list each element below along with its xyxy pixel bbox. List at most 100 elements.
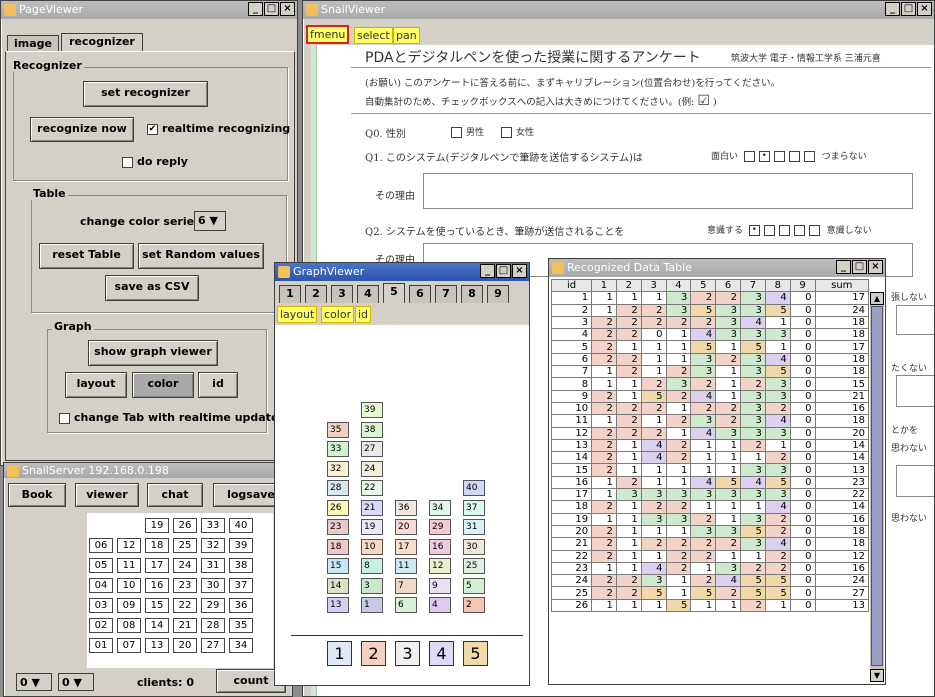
seat-cell[interactable]: 23 — [173, 578, 197, 593]
seat-cell[interactable]: 06 — [89, 538, 113, 553]
graph-tab-7[interactable]: 7 — [435, 285, 457, 303]
graph-id-cell[interactable]: 22 — [361, 480, 383, 496]
seat-cell[interactable]: 14 — [145, 618, 169, 633]
graph-id-cell[interactable]: 12 — [429, 558, 451, 574]
graph-id-cell[interactable]: 3 — [361, 577, 383, 594]
q1-checkbox-5[interactable] — [803, 151, 815, 162]
column-header[interactable]: 7 — [740, 279, 766, 293]
seat-cell[interactable]: 27 — [201, 638, 225, 653]
q2-checkbox-2[interactable] — [763, 225, 775, 236]
seat-cell[interactable]: 35 — [229, 618, 253, 633]
graph-id-cell[interactable]: 8 — [361, 558, 383, 574]
close-icon[interactable]: × — [917, 2, 932, 16]
seat-cell[interactable]: 40 — [229, 518, 253, 533]
graph-id-cell[interactable]: 36 — [395, 499, 417, 516]
seat-cell[interactable]: 20 — [173, 638, 197, 653]
minimize-icon[interactable]: _ — [885, 2, 900, 16]
minimize-icon[interactable]: _ — [480, 264, 495, 278]
graph-id-cell[interactable]: 40 — [463, 480, 485, 496]
combo-2[interactable]: 0 ▼ — [58, 673, 94, 691]
graph-tab-9[interactable]: 9 — [487, 285, 509, 303]
seat-cell[interactable]: 18 — [145, 538, 169, 553]
scroll-thumb[interactable] — [871, 306, 883, 666]
table-row[interactable]: 22 2 1 1 2 2 1 1 2 0 12 — [551, 549, 870, 563]
layout-button[interactable]: layout — [65, 372, 127, 398]
graph-id-cell[interactable]: 20 — [395, 519, 417, 535]
save-as-csv-button[interactable]: save as CSV — [105, 275, 199, 301]
table-row[interactable]: 8 1 1 2 3 2 1 2 3 0 15 — [551, 377, 870, 391]
graph-tab-6[interactable]: 6 — [409, 285, 431, 303]
answer-box-3[interactable] — [896, 305, 934, 335]
graph-id-cell[interactable]: 28 — [327, 480, 349, 496]
graph-id-cell[interactable]: 31 — [463, 519, 485, 535]
seat-cell[interactable]: 03 — [89, 598, 113, 613]
table-row[interactable]: 20 2 1 1 1 3 3 5 2 0 18 — [551, 524, 870, 539]
table-row[interactable]: 24 2 2 3 1 2 4 5 5 0 24 — [551, 574, 870, 588]
seat-cell[interactable]: 13 — [145, 638, 169, 653]
table-row[interactable]: 9 2 1 5 2 4 1 3 3 0 21 — [551, 389, 870, 403]
seat-cell[interactable]: 26 — [173, 518, 197, 533]
graph-id-cell[interactable]: 38 — [361, 421, 383, 438]
set-random-values-button[interactable]: set Random values — [138, 243, 264, 269]
graph-color-button[interactable]: color — [321, 306, 355, 323]
column-header[interactable]: 8 — [764, 279, 791, 293]
graph-layout-button[interactable]: layout — [277, 306, 318, 323]
checkbox-female[interactable] — [501, 127, 512, 138]
graph-id-cell[interactable]: 11 — [395, 558, 417, 574]
column-header[interactable]: 6 — [715, 279, 742, 293]
seat-cell[interactable]: 16 — [145, 578, 169, 593]
table-row[interactable]: 6 2 2 1 1 3 2 3 4 0 18 — [551, 352, 870, 367]
q1-checkbox-3[interactable] — [773, 151, 785, 162]
graph-id-button[interactable]: id — [355, 306, 372, 323]
graph-id-cell[interactable]: 29 — [429, 519, 451, 535]
combo-1[interactable]: 0 ▼ — [16, 673, 52, 691]
graph-id-cell[interactable]: 34 — [429, 499, 451, 516]
scroll-down-icon[interactable]: ▼ — [870, 669, 884, 682]
pan-button[interactable]: pan — [393, 27, 420, 44]
graph-id-cell[interactable]: 6 — [395, 597, 417, 613]
maximize-icon[interactable]: □ — [496, 264, 511, 278]
table-row[interactable]: 19 1 1 3 3 2 1 3 2 0 16 — [551, 512, 870, 526]
seat-cell[interactable]: 34 — [229, 638, 253, 653]
table-row[interactable]: 26 1 1 1 5 1 1 2 1 0 13 — [551, 598, 870, 613]
graph-id-cell[interactable]: 33 — [327, 441, 349, 457]
graph-id-cell[interactable]: 39 — [361, 402, 383, 418]
table-row[interactable]: 13 2 1 4 2 1 1 2 1 0 14 — [551, 438, 870, 453]
minimize-icon[interactable]: _ — [836, 260, 851, 274]
seat-cell[interactable]: 07 — [117, 638, 141, 653]
graph-id-cell[interactable]: 1 — [361, 597, 383, 613]
graph-id-cell[interactable]: 35 — [327, 421, 349, 438]
table-row[interactable]: 7 1 2 1 2 3 1 3 5 0 18 — [551, 365, 870, 379]
table-row[interactable]: 11 1 2 1 2 3 2 3 4 0 18 — [551, 414, 870, 428]
graph-id-cell[interactable]: 21 — [361, 499, 383, 516]
change-tab-checkbox[interactable] — [59, 412, 70, 424]
graph-id-cell[interactable]: 5 — [463, 577, 485, 594]
set-recognizer-button[interactable]: set recognizer — [83, 81, 208, 107]
column-header[interactable]: sum — [814, 279, 870, 293]
table-row[interactable]: 25 2 2 5 1 5 2 5 5 0 27 — [551, 586, 870, 600]
vertical-scrollbar[interactable]: ▲ ▼ — [870, 292, 884, 682]
graph-id-cell[interactable]: 25 — [463, 558, 485, 574]
column-header[interactable]: 9 — [789, 279, 816, 293]
graph-id-cell[interactable]: 16 — [429, 538, 451, 555]
change-tab-option[interactable]: change Tab with realtime update — [59, 411, 278, 424]
seat-cell[interactable]: 19 — [145, 518, 169, 533]
q2-checkbox-3[interactable] — [778, 225, 790, 236]
chat-button[interactable]: chat — [147, 483, 203, 507]
seat-cell[interactable]: 05 — [89, 558, 113, 573]
maximize-icon[interactable]: □ — [852, 260, 867, 274]
scroll-up-icon[interactable]: ▲ — [870, 292, 884, 305]
graph-id-cell[interactable]: 24 — [361, 460, 383, 477]
fmenu-button[interactable]: fmenu — [306, 25, 350, 44]
q1-checkbox-4[interactable] — [788, 151, 800, 162]
seat-cell[interactable]: 22 — [173, 598, 197, 613]
seat-cell[interactable]: 04 — [89, 578, 113, 593]
graph-id-cell[interactable]: 19 — [361, 519, 383, 535]
color-series-combo[interactable]: 6 ▼ — [194, 211, 226, 231]
seat-cell[interactable]: 39 — [229, 538, 253, 553]
close-icon[interactable]: × — [280, 2, 295, 16]
graph-id-cell[interactable]: 9 — [429, 577, 451, 594]
table-row[interactable]: 1 1 1 1 3 2 2 3 4 0 17 — [551, 291, 870, 305]
graph-tab-2[interactable]: 2 — [305, 285, 327, 303]
graph-id-cell[interactable]: 14 — [327, 577, 349, 594]
